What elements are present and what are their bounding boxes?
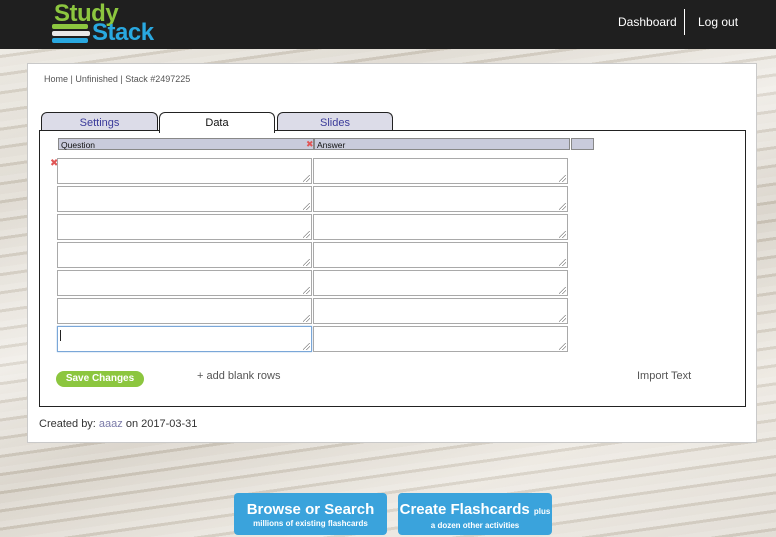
create-main-text: Create Flashcards [399,501,530,518]
resize-grip-icon[interactable] [559,231,566,238]
create-flashcards-button[interactable]: Create Flashcards plus a dozen other act… [398,493,552,535]
question-input[interactable] [57,158,312,184]
breadcrumb-stack: Stack #2497225 [125,74,191,84]
resize-grip-icon[interactable] [559,287,566,294]
resize-grip-icon[interactable] [559,259,566,266]
resize-grip-icon[interactable] [559,175,566,182]
studystack-logo[interactable]: Study Stack [52,0,164,46]
creator-username-link[interactable]: aaaz [99,418,123,430]
resize-grip-icon[interactable] [303,175,310,182]
resize-grip-icon[interactable] [303,259,310,266]
answer-column-header: Answer [314,138,570,150]
resize-grip-icon[interactable] [559,343,566,350]
logo-stack-text: Stack [92,19,154,46]
create-main-label: Create Flashcards plus [398,493,552,521]
create-plus-text: plus [533,507,551,516]
answer-input[interactable] [313,326,568,352]
browse-search-button[interactable]: Browse or Search millions of existing fl… [234,493,387,535]
breadcrumb: Home | Unfinished | Stack #2497225 [44,74,190,84]
text-caret [60,330,61,341]
tab-data[interactable]: Data [159,112,275,133]
answer-input[interactable] [313,214,568,240]
browse-main-label: Browse or Search [246,501,375,518]
top-navigation-bar: Study Stack Dashboard Log out [0,0,776,49]
add-blank-rows-link[interactable]: + add blank rows [197,370,280,382]
question-input[interactable] [57,186,312,212]
browse-sub-label: millions of existing flashcards [253,519,368,528]
logout-link[interactable]: Log out [698,15,738,29]
create-sub-label: a dozen other activities [430,521,520,530]
resize-grip-icon[interactable] [303,343,310,350]
save-changes-button[interactable]: Save Changes [56,371,144,387]
created-on-label: on [122,418,142,430]
created-date: 2017-03-31 [141,418,198,430]
dashboard-link[interactable]: Dashboard [618,15,677,29]
resize-grip-icon[interactable] [559,203,566,210]
answer-input[interactable] [313,270,568,296]
header-close-icon[interactable]: ✖ [306,138,314,150]
answer-input[interactable] [313,186,568,212]
question-input[interactable] [57,298,312,324]
breadcrumb-home[interactable]: Home [44,74,68,84]
resize-grip-icon[interactable] [303,231,310,238]
nav-divider [684,9,685,35]
stack-editor-panel: Home | Unfinished | Stack #2497225 Setti… [27,63,757,443]
question-input[interactable] [57,242,312,268]
tab-settings[interactable]: Settings [41,112,158,132]
answer-input[interactable] [313,242,568,268]
resize-grip-icon[interactable] [303,203,310,210]
question-column-header: Question [58,138,314,150]
resize-grip-icon[interactable] [559,315,566,322]
question-input[interactable] [57,214,312,240]
created-by-info: Created by: aaaz on 2017-03-31 [39,418,197,430]
resize-grip-icon[interactable] [303,287,310,294]
breadcrumb-unfinished[interactable]: Unfinished [75,74,118,84]
answer-input[interactable] [313,298,568,324]
extra-column-header[interactable] [571,138,594,150]
question-input[interactable] [57,270,312,296]
answer-input[interactable] [313,158,568,184]
import-text-link[interactable]: Import Text [637,370,691,382]
resize-grip-icon[interactable] [303,315,310,322]
created-by-label: Created by: [39,418,99,430]
tab-slides[interactable]: Slides [277,112,393,132]
question-input-focused[interactable] [57,326,312,352]
